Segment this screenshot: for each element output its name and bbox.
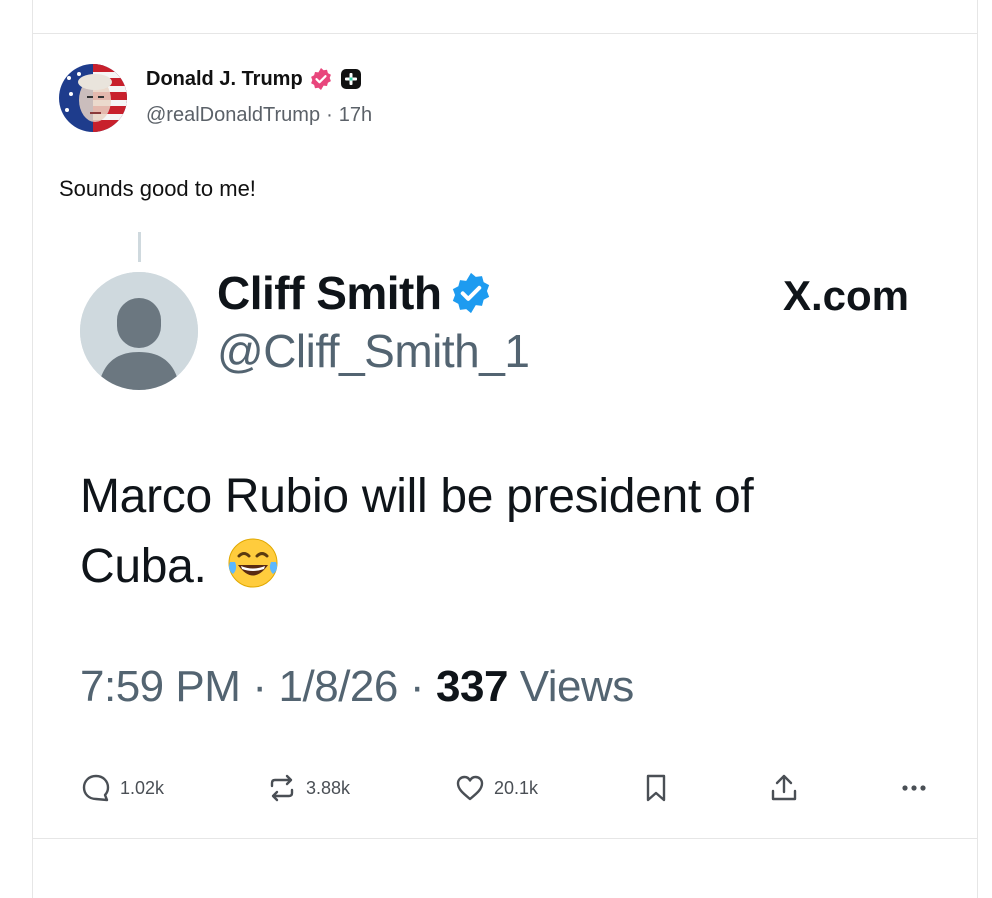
embed-text: Marco Rubio will be president of Cuba. xyxy=(80,462,840,602)
top-divider xyxy=(32,33,978,34)
reply-icon xyxy=(82,774,110,802)
author-handle-row: @realDonaldTrump · 17h xyxy=(146,104,372,127)
embed-date: 1/8/26 xyxy=(278,662,399,711)
author-handle[interactable]: @realDonaldTrump xyxy=(146,104,320,127)
default-avatar-icon xyxy=(80,272,198,390)
embed-author-handle: @Cliff_Smith_1 xyxy=(217,325,530,377)
share-button[interactable] xyxy=(768,770,800,806)
embed-separator: · xyxy=(252,662,267,711)
like-count: 20.1k xyxy=(494,777,539,798)
laughing-emoji-icon xyxy=(226,536,280,590)
post-text: Sounds good to me! xyxy=(59,176,256,201)
repost-icon xyxy=(270,774,294,802)
meta-separator: · xyxy=(326,104,333,126)
repost-count: 3.88k xyxy=(306,777,351,798)
like-icon xyxy=(456,775,484,801)
embed-text-content: Marco Rubio will be president of Cuba. xyxy=(80,470,754,593)
verified-badge-icon xyxy=(449,271,493,315)
thread-line xyxy=(138,232,141,262)
embed-author-name: Cliff Smith xyxy=(217,267,442,319)
embed-meta: 7:59 PM · 1/8/26 · 337 Views xyxy=(80,662,634,712)
embed-name-row: Cliff Smith xyxy=(217,266,493,320)
reply-button[interactable]: 1.02k xyxy=(80,770,164,806)
author-avatar[interactable] xyxy=(59,64,127,132)
bookmark-icon xyxy=(646,774,666,802)
more-button[interactable] xyxy=(898,770,930,806)
embed-separator: · xyxy=(409,662,425,711)
more-icon xyxy=(902,785,926,791)
embed-time: 7:59 PM xyxy=(80,662,241,711)
plus-badge-icon xyxy=(339,67,363,91)
source-label: X.com xyxy=(782,272,909,319)
like-button[interactable]: 20.1k xyxy=(454,770,538,806)
author-name-row: Donald J. Trump xyxy=(146,66,363,92)
embedded-tweet-image[interactable]: Cliff Smith @Cliff_Smith_1 X.com Marco R… xyxy=(59,228,939,711)
bottom-divider xyxy=(32,838,978,839)
bookmark-button[interactable] xyxy=(640,770,672,806)
action-bar: 1.02k 3.88k 20.1k xyxy=(80,770,940,806)
embed-views-count: 337 xyxy=(436,662,508,711)
repost-button[interactable]: 3.88k xyxy=(266,770,350,806)
author-name[interactable]: Donald J. Trump xyxy=(146,68,303,91)
reply-count: 1.02k xyxy=(120,777,165,798)
post-time[interactable]: 17h xyxy=(339,104,372,127)
share-icon xyxy=(771,774,797,801)
embed-views-label: Views xyxy=(519,662,635,711)
verified-badge-icon xyxy=(309,67,333,91)
